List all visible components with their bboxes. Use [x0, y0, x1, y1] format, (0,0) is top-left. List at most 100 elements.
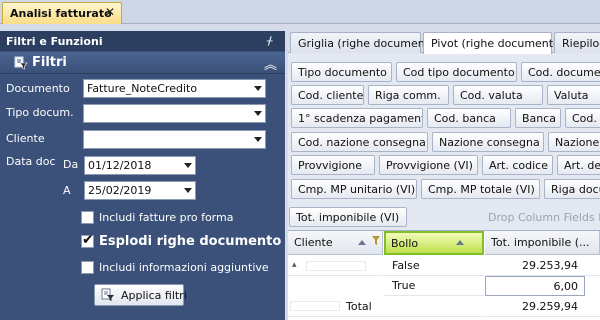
cliente-value-redacted: [306, 261, 366, 271]
field-label: Cod tipo documento: [403, 66, 515, 79]
field-label: Banca: [522, 112, 557, 125]
close-icon[interactable]: ✕: [105, 5, 115, 19]
filters-group-header[interactable]: Filtri ︽: [0, 52, 285, 74]
data-field-label: Tot. imponibile (VI): [296, 211, 400, 224]
field-button[interactable]: Art. desc: [557, 155, 600, 175]
filter-panel-header: Filtri e Funzioni ᚋ: [0, 31, 285, 51]
tab-griglia-label: Griglia (righe documento): [298, 37, 441, 50]
tab-riepilogo[interactable]: Riepilogo: [554, 32, 600, 53]
field-label: Nazione consegna: [439, 136, 540, 149]
document-tab-bar: Analisi fatturato ✕: [0, 0, 600, 24]
documento-combo[interactable]: Fatture_NoteCredito: [83, 79, 266, 98]
cliente-label: Cliente: [6, 132, 45, 145]
field-label: Riga comm.: [375, 89, 441, 102]
field-label: Cod. documento: [528, 66, 600, 79]
pro-forma-label: Includi fatture pro forma: [99, 211, 234, 224]
field-button[interactable]: Cod tipo documento: [396, 62, 517, 82]
row-header-cliente[interactable]: Cliente: [288, 231, 383, 255]
pin-icon[interactable]: ᚋ: [267, 34, 272, 47]
documento-label: Documento: [6, 82, 70, 95]
field-label: Cod. banca: [434, 112, 496, 125]
field-label: Tipo documento: [298, 66, 387, 79]
data-field-area: Tot. imponibile (VI) Drop Column Fields …: [288, 207, 600, 228]
esplodi-righe-checkbox[interactable]: ✔: [81, 232, 94, 248]
cliente-combo[interactable]: [83, 130, 266, 149]
field-button[interactable]: Provvigione: [291, 155, 375, 175]
field-label: Cmp. MP totale (VI): [428, 183, 535, 196]
field-button[interactable]: Art. codice: [482, 155, 553, 175]
info-aggiuntive-checkbox[interactable]: [81, 261, 94, 274]
date-from-picker[interactable]: 01/12/2018: [84, 156, 196, 175]
filter-icon[interactable]: [372, 236, 380, 246]
document-tab-title: Analisi fatturato: [10, 7, 112, 20]
filter-funnel-icon: [14, 56, 28, 70]
field-button[interactable]: Nazione consegna: [432, 132, 544, 152]
field-button[interactable]: Banca: [515, 108, 561, 128]
tab-pivot-label: Pivot (righe documento): [431, 37, 565, 50]
bollo-cell: True: [384, 276, 484, 296]
row-header-bollo[interactable]: Bollo: [384, 231, 484, 255]
expand-collapse-icon[interactable]: ▴: [292, 260, 297, 270]
tab-griglia[interactable]: Griglia (righe documento): [290, 32, 440, 53]
field-button[interactable]: 1° scadenza pagamento: [291, 108, 423, 128]
filter-panel-title: Filtri e Funzioni: [6, 35, 103, 48]
field-button[interactable]: Provvigione (VI): [379, 155, 478, 175]
field-label: Cod. nazione consegna: [298, 136, 426, 149]
field-button[interactable]: Cod. nazione consegna: [291, 132, 428, 152]
value-cell: 29.253,94: [485, 256, 600, 276]
bollo-value: True: [392, 279, 416, 292]
tab-riepilogo-label: Riepilogo: [562, 37, 600, 50]
apply-filters-button[interactable]: Applica filtri: [94, 284, 187, 306]
field-button[interactable]: Cod. cliente: [291, 85, 364, 105]
date-to-value: 25/02/2019: [88, 184, 152, 197]
tipo-docum-combo[interactable]: [83, 104, 266, 123]
field-button[interactable]: Riga comm.: [368, 85, 449, 105]
cliente-cell: ▴: [288, 256, 383, 276]
date-to-picker[interactable]: 25/02/2019: [84, 181, 196, 200]
view-tab-strip: Griglia (righe documento) Pivot (righe d…: [288, 31, 600, 54]
field-button[interactable]: Cmp. MP unitario (VI): [291, 179, 417, 199]
field-button[interactable]: Cod. documento: [521, 62, 600, 82]
field-label: Cod. valuta: [460, 89, 523, 102]
pivot-area: Griglia (righe documento) Pivot (righe d…: [288, 31, 600, 320]
chevron-down-icon: [254, 86, 262, 91]
field-label: Art. codice: [489, 159, 548, 172]
total-value-cell: 29.259,94: [485, 297, 600, 317]
field-button[interactable]: Tipo documento: [291, 62, 392, 82]
filter-apply-icon: [101, 288, 114, 301]
field-label: Valuta: [554, 89, 589, 102]
field-button[interactable]: Cod. ba: [565, 108, 600, 128]
da-label: Da: [63, 158, 79, 171]
documento-value: Fatture_NoteCredito: [87, 82, 198, 95]
field-button[interactable]: Nazione co: [548, 132, 600, 152]
field-button[interactable]: Cod. valuta: [453, 85, 543, 105]
total-label: Total: [346, 300, 372, 313]
checkmark-icon: ✔: [82, 232, 94, 248]
total-value: 29.259,94: [522, 300, 578, 313]
pro-forma-checkbox[interactable]: [81, 211, 94, 224]
field-label: Riga docum: [551, 183, 600, 196]
chevron-down-icon: [184, 163, 192, 168]
data-field-button[interactable]: Tot. imponibile (VI): [289, 207, 407, 227]
field-button[interactable]: Valuta: [547, 85, 600, 105]
total-row-label-cell: Total: [288, 297, 484, 317]
field-button[interactable]: Cod. banca: [427, 108, 511, 128]
pivot-grid: Cliente Bollo Tot. imponibile (... ▴ Fal…: [288, 230, 600, 320]
collapse-icon[interactable]: ︽: [264, 54, 277, 73]
value-cell-focused[interactable]: 6,00: [485, 276, 585, 296]
field-label: Provvigione (VI): [386, 159, 473, 172]
tab-pivot[interactable]: Pivot (righe documento): [423, 32, 564, 54]
sort-ascending-icon: [358, 240, 366, 245]
field-label: Provvigione: [298, 159, 363, 172]
value-header[interactable]: Tot. imponibile (...: [485, 231, 600, 255]
chevron-down-icon: [254, 137, 262, 142]
apply-filters-label: Applica filtri: [121, 289, 187, 302]
field-label: Cod. ba: [572, 112, 600, 125]
field-button[interactable]: Cmp. MP totale (VI): [421, 179, 540, 199]
field-label: Cod. cliente: [298, 89, 364, 102]
document-tab-analisi-fatturato[interactable]: Analisi fatturato ✕: [2, 2, 122, 24]
chevron-down-icon: [254, 111, 262, 116]
field-button[interactable]: Riga docum: [544, 179, 600, 199]
data-doc-label: Data doc: [6, 155, 56, 168]
row-header-cliente-label: Cliente: [294, 236, 333, 249]
